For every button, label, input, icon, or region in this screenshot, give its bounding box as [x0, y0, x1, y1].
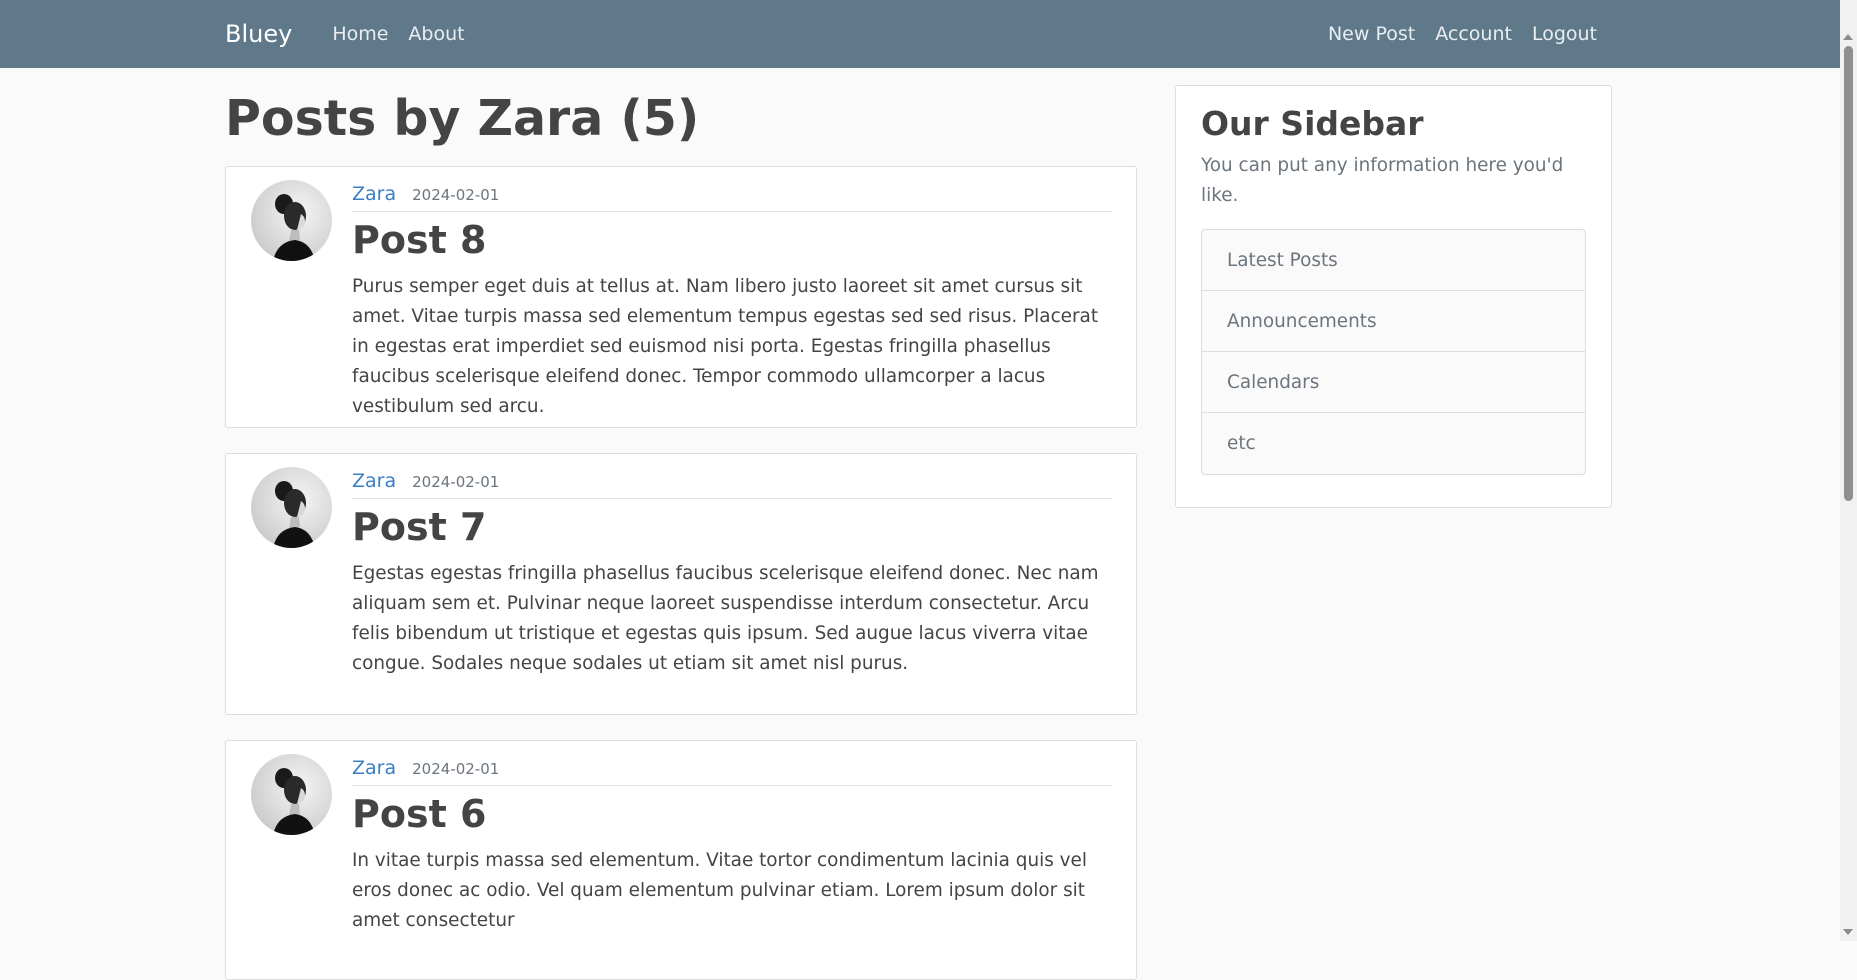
nav-account-link[interactable]: Account: [1435, 23, 1512, 45]
navbar-inner: Bluey Home About New Post Account Logout: [225, 0, 1605, 68]
sidebar-item-etc[interactable]: etc: [1202, 413, 1585, 474]
sidebar: Our Sidebar You can put any information …: [1175, 85, 1612, 508]
post-date: 2024-02-01: [412, 473, 500, 491]
post-meta: Zara 2024-02-01: [352, 757, 1112, 786]
author-avatar[interactable]: [251, 467, 332, 548]
sidebar-list: Latest Posts Announcements Calendars etc: [1201, 229, 1586, 475]
sidebar-item-calendars[interactable]: Calendars: [1202, 352, 1585, 413]
post-title-link[interactable]: Post 6: [352, 792, 1112, 838]
post-content: Egestas egestas fringilla phasellus fauc…: [352, 562, 1099, 674]
sidebar-title: Our Sidebar: [1201, 104, 1424, 143]
post-body: Zara 2024-02-01 Post 7 Egestas egestas f…: [352, 470, 1112, 679]
nav-links-right: New Post Account Logout: [1328, 23, 1597, 45]
post-card: Zara 2024-02-01 Post 8 Purus semper eget…: [225, 166, 1137, 428]
scroll-thumb[interactable]: [1844, 46, 1853, 501]
avatar-portrait-icon: [273, 481, 315, 548]
post-author-link[interactable]: Zara: [352, 470, 396, 492]
sidebar-item-latest-posts[interactable]: Latest Posts: [1202, 230, 1585, 291]
avatar-portrait-icon: [273, 768, 315, 835]
nav-logout-link[interactable]: Logout: [1532, 23, 1597, 45]
post-date: 2024-02-01: [412, 186, 500, 204]
navbar: Bluey Home About New Post Account Logout: [0, 0, 1840, 68]
nav-new-post-link[interactable]: New Post: [1328, 23, 1415, 45]
page-title: Posts by Zara (5): [225, 90, 700, 147]
nav-home-link[interactable]: Home: [332, 23, 388, 45]
post-body: Zara 2024-02-01 Post 6 In vitae turpis m…: [352, 757, 1112, 936]
post-meta: Zara 2024-02-01: [352, 470, 1112, 499]
post-author-link[interactable]: Zara: [352, 757, 396, 779]
page-scrollbar[interactable]: [1840, 0, 1857, 941]
brand-link[interactable]: Bluey: [225, 20, 292, 48]
nav-links-left: Home About: [332, 23, 464, 45]
main-content: Posts by Zara (5) Zara 2024-02-01 Post 8…: [225, 68, 1137, 980]
post-card: Zara 2024-02-01 Post 7 Egestas egestas f…: [225, 453, 1137, 715]
scroll-down-arrow-icon[interactable]: [1843, 929, 1853, 935]
post-date: 2024-02-01: [412, 760, 500, 778]
post-title-link[interactable]: Post 8: [352, 218, 1112, 264]
author-avatar[interactable]: [251, 754, 332, 835]
post-content: Purus semper eget duis at tellus at. Nam…: [352, 275, 1099, 417]
nav-about-link[interactable]: About: [408, 23, 464, 45]
post-meta: Zara 2024-02-01: [352, 183, 1112, 212]
sidebar-item-announcements[interactable]: Announcements: [1202, 291, 1585, 352]
post-body: Zara 2024-02-01 Post 8 Purus semper eget…: [352, 183, 1112, 422]
post-author-link[interactable]: Zara: [352, 183, 396, 205]
author-avatar[interactable]: [251, 180, 332, 261]
sidebar-description: You can put any information here you'd l…: [1201, 155, 1564, 206]
scroll-up-arrow-icon[interactable]: [1843, 34, 1853, 40]
post-card: Zara 2024-02-01 Post 6 In vitae turpis m…: [225, 740, 1137, 980]
post-title-link[interactable]: Post 7: [352, 505, 1112, 551]
avatar-portrait-icon: [273, 194, 315, 261]
post-content: In vitae turpis massa sed elementum. Vit…: [352, 849, 1087, 931]
